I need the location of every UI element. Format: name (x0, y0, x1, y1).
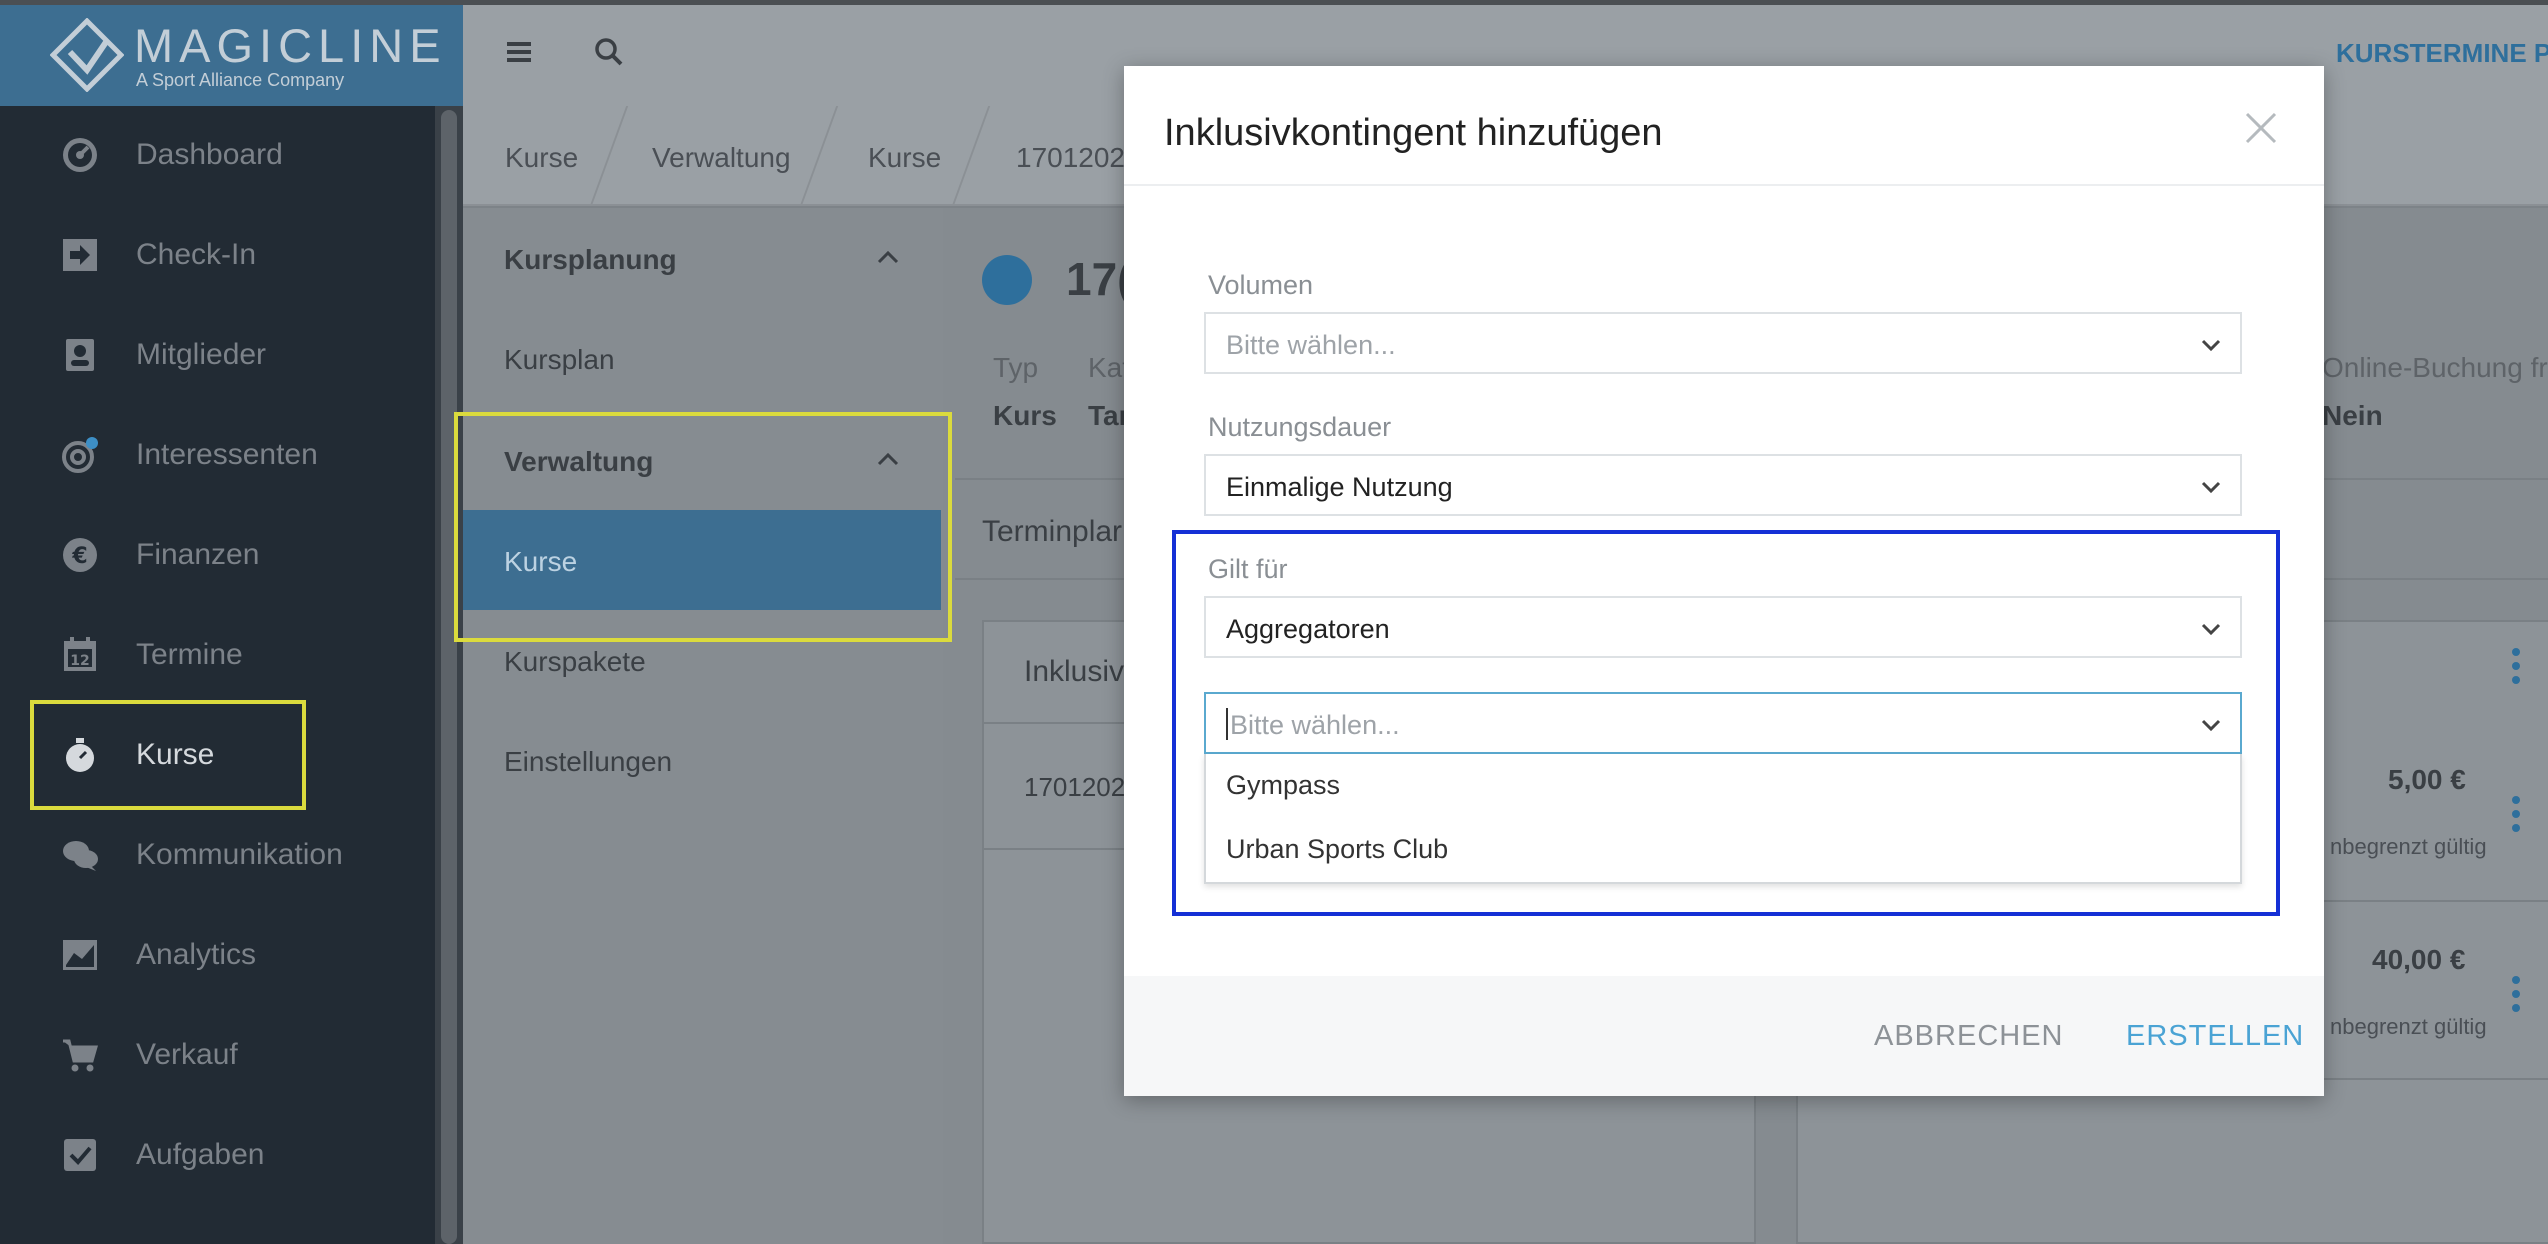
sidebar-item-mitglieder[interactable]: Mitglieder (0, 315, 435, 395)
search-icon[interactable] (589, 32, 629, 72)
magicline-logo-icon (50, 18, 124, 92)
row-id: 1701202 (1024, 772, 1126, 802)
volumen-select[interactable]: Bitte wählen... (1204, 312, 2242, 374)
plan-course-dates-button[interactable]: KURSTERMINE PL (2336, 38, 2548, 69)
chevron-down-icon (2201, 339, 2221, 352)
calendar-day: 12 (70, 653, 89, 669)
sidebar-item-label: Aufgaben (136, 1138, 265, 1171)
breadcrumb-item[interactable]: 17012023 (1016, 142, 1141, 174)
brand-logo[interactable]: MAGICLINE A Sport Alliance Company (0, 0, 463, 106)
kebab-menu-icon[interactable] (2512, 648, 2522, 688)
hamburger-menu-icon[interactable] (499, 32, 539, 72)
members-icon (66, 339, 94, 371)
nutzungsdauer-value: Einmalige Nutzung (1226, 472, 1453, 502)
breadcrumb-separator (951, 106, 991, 206)
add-inclusive-quota-dialog: Inklusivkontingent hinzufügen Volumen Bi… (1124, 66, 2324, 1096)
sidebar-item-label: Termine (136, 638, 243, 671)
cancel-button[interactable]: ABBRECHEN (1874, 1020, 2064, 1053)
kebab-menu-icon[interactable] (2512, 796, 2522, 836)
sidebar-item-aufgaben[interactable]: Aufgaben (0, 1115, 435, 1195)
chevron-up-icon[interactable] (875, 244, 901, 270)
svg-text:€: € (71, 544, 87, 569)
sidebar-item-label: Analytics (136, 938, 257, 971)
chat-icon (63, 841, 98, 871)
price-value: 40,00 € (2372, 944, 2466, 975)
prospects-icon (62, 437, 98, 473)
create-button[interactable]: ERSTELLEN (2126, 1020, 2304, 1053)
online-booking-value: Nein (2322, 400, 2383, 431)
terminplan-tab[interactable]: Terminplar (982, 515, 1122, 549)
dialog-divider (1124, 184, 2324, 186)
breadcrumb-separator (589, 106, 629, 206)
brand-name: MAGICLINE (134, 19, 447, 72)
breadcrumb-item[interactable]: Verwaltung (652, 142, 791, 174)
price-validity: nbegrenzt gültig (2330, 1014, 2487, 1039)
top-border (0, 0, 2548, 5)
nutzungsdauer-select[interactable]: Einmalige Nutzung (1204, 454, 2242, 516)
sidebar-item-label: Finanzen (136, 538, 260, 571)
nutzungsdauer-label: Nutzungsdauer (1208, 412, 1392, 442)
calendar-icon: 12 (64, 637, 96, 671)
highlight-gilt-fuer-section (1172, 530, 2280, 916)
euro-icon: € (63, 538, 97, 572)
highlight-kurse-nav (30, 700, 306, 810)
price-value: 5,00 € (2388, 764, 2466, 795)
highlight-verwaltung-section (454, 412, 952, 642)
sidebar-item-label: Kommunikation (136, 838, 343, 871)
inklusiv-card-title: Inklusiv (1024, 655, 1125, 688)
sidebar-item-termine[interactable]: 12 Termine (0, 615, 435, 695)
check-in-icon (63, 239, 97, 271)
sidebar-item-finanzen[interactable]: € Finanzen (0, 515, 435, 595)
close-icon[interactable] (2239, 106, 2283, 150)
sidebar-item-label: Dashboard (136, 138, 283, 171)
sidebar-item-verkauf[interactable]: Verkauf (0, 1015, 435, 1095)
sidebar-item-label: Interessenten (136, 438, 318, 471)
dialog-footer: ABBRECHEN ERSTELLEN (1124, 976, 2324, 1096)
price-validity: nbegrenzt gültig (2330, 834, 2487, 859)
subnav-item-kursplan[interactable]: Kursplan (504, 344, 615, 376)
sidebar-item-label: Mitglieder (136, 338, 267, 371)
subnav-section-kursplanung[interactable]: Kursplanung (504, 244, 677, 276)
breadcrumb-separator (799, 106, 839, 206)
sidebar-item-dashboard[interactable]: Dashboard (0, 115, 435, 195)
typ-value: Kurs (993, 400, 1057, 431)
typ-label: Typ (993, 352, 1039, 383)
chevron-down-icon (2201, 481, 2221, 494)
breadcrumb-item[interactable]: Kurse (868, 142, 941, 174)
sidebar-item-interessenten[interactable]: Interessenten (0, 415, 435, 495)
dialog-title: Inklusivkontingent hinzufügen (1164, 112, 1663, 154)
subnav-item-kurspakete[interactable]: Kurspakete (504, 646, 646, 678)
kebab-menu-icon[interactable] (2512, 976, 2522, 1016)
sidebar-item-check-in[interactable]: Check-In (0, 215, 435, 295)
sidebar-item-kommunikation[interactable]: Kommunikation (0, 815, 435, 895)
sidebar-scrollbar-thumb[interactable] (441, 110, 457, 1244)
volumen-placeholder: Bitte wählen... (1226, 330, 1396, 360)
cart-icon (63, 1039, 98, 1072)
course-title: 17( (1066, 253, 1133, 305)
sidebar-item-label: Check-In (136, 238, 257, 271)
sidebar-item-analytics[interactable]: Analytics (0, 915, 435, 995)
brand-tagline: A Sport Alliance Company (136, 70, 345, 90)
course-color-dot (982, 255, 1032, 305)
online-booking-label: Online-Buchung fre (2322, 352, 2548, 383)
chart-icon (63, 940, 97, 970)
dashboard-icon (63, 138, 97, 172)
checkbox-icon (64, 1139, 96, 1171)
subnav-item-einstellungen[interactable]: Einstellungen (504, 746, 672, 778)
volumen-label: Volumen (1208, 270, 1314, 300)
breadcrumb-item[interactable]: Kurse (505, 142, 578, 174)
sidebar-item-label: Verkauf (136, 1038, 238, 1071)
